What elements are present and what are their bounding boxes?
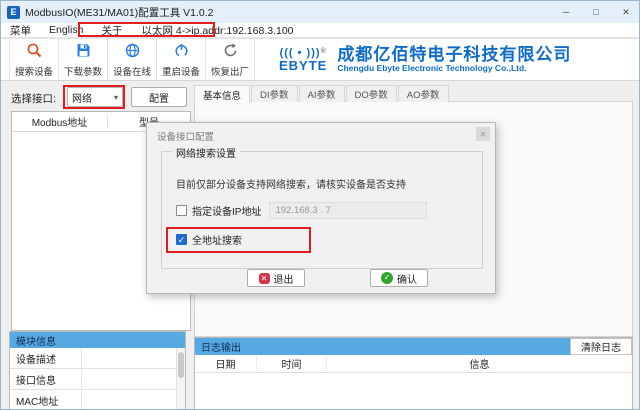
app-icon: E — [7, 5, 20, 19]
module-info-label: 设备描述 — [10, 348, 82, 368]
confirm-check-icon: ✓ — [381, 272, 393, 284]
log-panel-title: 日志输出 — [201, 343, 241, 354]
confirm-button[interactable]: ✓ 确认 — [370, 269, 428, 287]
parameter-tabs: 基本信息 DI参数 AI参数 DO参数 AO参数 — [194, 85, 450, 103]
exit-button-label: 退出 — [273, 274, 294, 286]
module-info-scrollbar[interactable] — [176, 348, 185, 409]
full-address-search-label: 全地址搜索 — [192, 236, 242, 247]
menu-item-main[interactable]: 菜单 — [1, 23, 40, 38]
search-device-button[interactable]: 搜索设备 — [10, 39, 59, 80]
toolbar-button-label: 设备在线 — [112, 66, 151, 78]
menu-bar: 菜单 English 关于 以太网 4->ip.addr:192.168.3.1… — [1, 23, 639, 38]
toolbar-button-label: 下载参数 — [63, 66, 102, 78]
tab-di-params[interactable]: DI参数 — [251, 85, 298, 102]
ebyte-logo-text: EBYTE — [279, 57, 328, 73]
network-search-groupbox: 网络搜索设置 目前仅部分设备支持网络搜索，请核实设备是否支持 指定设备IP地址 … — [161, 145, 483, 269]
specify-ip-checkbox[interactable] — [176, 205, 187, 216]
module-info-table: 设备描述 接口信息 MAC地址 固件版本 — [10, 348, 185, 409]
interface-select-label: 选择接口: — [11, 92, 56, 105]
log-panel-header: 日志输出 清除日志 — [195, 338, 632, 355]
ebyte-logo: ((( • )))® EBYTE — [279, 46, 328, 73]
config-button[interactable]: 配置 — [131, 87, 187, 107]
download-params-button[interactable]: 下载参数 — [59, 39, 108, 80]
window-controls: ─ □ ✕ — [551, 1, 639, 23]
log-header-date: 日期 — [195, 356, 257, 371]
clear-log-button[interactable]: 清除日志 — [570, 338, 632, 355]
maximize-button[interactable]: □ — [581, 1, 611, 23]
brand-area: ((( • )))® EBYTE 成都亿佰特电子科技有限公司 Chengdu E… — [279, 39, 571, 80]
interface-select-row: 选择接口: 网络 ▾ 配置 — [11, 87, 191, 109]
table-row: MAC地址 — [10, 390, 185, 409]
company-name-en: Chengdu Ebyte Electronic Technology Co.,… — [337, 63, 527, 74]
factory-reset-button[interactable]: 恢复出厂 — [206, 39, 255, 80]
menu-item-network-selector[interactable]: 以太网 4->ip.addr:192.168.3.100 — [137, 23, 297, 38]
module-info-value — [82, 369, 185, 389]
groupbox-legend: 网络搜索设置 — [172, 145, 240, 160]
antenna-icon: ((( • ))) — [279, 46, 321, 59]
device-table-header-address: Modbus地址 — [12, 114, 108, 129]
dialog-title: 设备接口配置 — [157, 132, 215, 143]
reset-icon — [222, 42, 239, 62]
tab-ao-params[interactable]: AO参数 — [397, 85, 449, 102]
full-address-row: ✓ 全地址搜索 — [176, 232, 242, 247]
toolbar-button-label: 搜索设备 — [14, 66, 53, 78]
module-info-label: 接口信息 — [10, 369, 82, 389]
close-icon: ✕ — [622, 6, 630, 17]
toolbar-buttons: 搜索设备 下载参数 设备在线 重启设备 恢复出厂 — [9, 39, 255, 80]
maximize-icon: □ — [593, 7, 599, 17]
company-name: 成都亿佰特电子科技有限公司 Chengdu Ebyte Electronic T… — [337, 45, 571, 74]
title-bar: E ModbusIO(ME31/MA01)配置工具 V1.0.2 ─ □ ✕ — [1, 1, 639, 23]
module-info-panel: 模块信息 设备描述 接口信息 MAC地址 固件版本 — [9, 331, 186, 409]
log-header-time: 时间 — [257, 356, 327, 371]
globe-icon — [124, 42, 141, 62]
device-online-button[interactable]: 设备在线 — [108, 39, 157, 80]
toolbar-button-label: 重启设备 — [161, 66, 200, 78]
log-panel: 日志输出 清除日志 日期 时间 信息 — [194, 337, 633, 409]
search-icon — [26, 42, 43, 62]
dialog-close-button[interactable]: ✕ — [476, 127, 490, 141]
app-window: E ModbusIO(ME31/MA01)配置工具 V1.0.2 ─ □ ✕ 菜… — [0, 0, 640, 410]
module-info-value — [82, 390, 185, 409]
specify-ip-label: 指定设备IP地址 — [192, 207, 262, 218]
minimize-icon: ─ — [562, 7, 570, 17]
interface-combobox[interactable]: 网络 ▾ — [67, 87, 123, 107]
exit-button[interactable]: ✕ 退出 — [247, 269, 305, 287]
toolbar-button-label: 恢复出厂 — [210, 66, 249, 78]
specify-ip-row: 指定设备IP地址 192.168.3 . 7 — [176, 202, 428, 219]
close-icon: ✕ — [479, 129, 487, 139]
registered-mark: ® — [320, 47, 327, 55]
module-info-value — [82, 348, 185, 368]
company-name-cn: 成都亿佰特电子科技有限公司 — [337, 44, 572, 64]
device-interface-config-dialog: 设备接口配置 ✕ 网络搜索设置 目前仅部分设备支持网络搜索，请核实设备是否支持 … — [146, 122, 496, 294]
confirm-button-label: 确认 — [397, 274, 417, 286]
close-button[interactable]: ✕ — [611, 1, 639, 23]
tab-basic-info[interactable]: 基本信息 — [194, 85, 251, 103]
log-table-header: 日期 时间 信息 — [195, 355, 632, 373]
tab-ai-params[interactable]: AI参数 — [298, 85, 345, 102]
menu-item-about[interactable]: 关于 — [92, 23, 131, 38]
power-icon — [173, 42, 190, 62]
table-row: 接口信息 — [10, 369, 185, 390]
scrollbar-thumb[interactable] — [178, 352, 184, 378]
exit-x-icon: ✕ — [258, 272, 270, 284]
menu-item-english[interactable]: English — [40, 24, 92, 36]
module-info-label: MAC地址 — [10, 390, 82, 409]
log-header-info: 信息 — [469, 360, 490, 371]
table-row: 设备描述 — [10, 348, 185, 369]
restart-device-button[interactable]: 重启设备 — [157, 39, 206, 80]
window-title: ModbusIO(ME31/MA01)配置工具 V1.0.2 — [25, 6, 214, 19]
full-address-search-checkbox[interactable]: ✓ — [176, 234, 187, 245]
interface-combobox-value: 网络 — [72, 93, 92, 105]
module-info-title: 模块信息 — [10, 332, 185, 348]
minimize-button[interactable]: ─ — [551, 1, 581, 23]
device-ip-input[interactable]: 192.168.3 . 7 — [269, 202, 428, 219]
chevron-down-icon: ▾ — [113, 92, 118, 102]
tab-do-params[interactable]: DO参数 — [345, 85, 397, 102]
dialog-hint-text: 目前仅部分设备支持网络搜索，请核实设备是否支持 — [176, 180, 406, 191]
toolbar: 搜索设备 下载参数 设备在线 重启设备 恢复出厂 (((•)))® EBYT… — [1, 38, 639, 81]
save-icon — [75, 42, 92, 62]
